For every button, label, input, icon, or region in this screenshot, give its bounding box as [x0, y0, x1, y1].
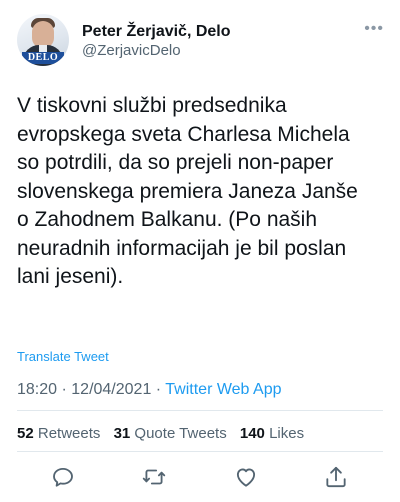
- likes-stat[interactable]: 140 Likes: [240, 425, 304, 442]
- retweets-count: 52: [17, 425, 34, 442]
- avatar[interactable]: DELO: [17, 14, 69, 66]
- retweets-stat[interactable]: 52 Retweets: [17, 425, 100, 442]
- quote-tweets-stat[interactable]: 31 Quote Tweets: [114, 425, 227, 442]
- translate-tweet-link[interactable]: Translate Tweet: [17, 349, 109, 365]
- quote-tweets-label: Quote Tweets: [134, 425, 227, 442]
- tweet-source-app[interactable]: Twitter Web App: [165, 381, 281, 398]
- heart-icon[interactable]: [233, 464, 259, 490]
- tweet-time[interactable]: 18:20: [17, 381, 57, 398]
- author-handle[interactable]: @ZerjavicDelo: [82, 42, 181, 60]
- likes-label: Likes: [269, 425, 305, 442]
- share-icon[interactable]: [323, 464, 349, 490]
- tweet-actions-bar: [0, 460, 400, 494]
- tweet-metadata: 18:20 · 12/04/2021 · Twitter Web App: [17, 380, 281, 399]
- tweet-text: V tiskovni službi predsednika evropskega…: [17, 94, 358, 288]
- author-name[interactable]: Peter Žerjavič, Delo: [82, 22, 231, 41]
- tweet-date[interactable]: 12/04/2021: [71, 381, 151, 398]
- engagement-stats: 52 Retweets 31 Quote Tweets 140 Likes: [17, 425, 313, 443]
- quote-tweets-count: 31: [113, 425, 131, 442]
- divider: [17, 410, 383, 411]
- reply-icon[interactable]: [50, 464, 76, 490]
- retweets-label: Retweets: [37, 425, 101, 442]
- delo-logo-badge: DELO: [22, 52, 64, 64]
- meta-separator: ·: [57, 381, 72, 398]
- retweet-icon[interactable]: [141, 464, 167, 490]
- avatar-face: [32, 21, 54, 48]
- tweet-header: DELO Peter Žerjavič, Delo @ZerjavicDelo …: [17, 14, 387, 70]
- meta-separator: ·: [151, 381, 166, 398]
- divider: [17, 451, 383, 452]
- likes-count: 140: [239, 425, 265, 442]
- more-horizontal-icon[interactable]: •••: [364, 21, 384, 37]
